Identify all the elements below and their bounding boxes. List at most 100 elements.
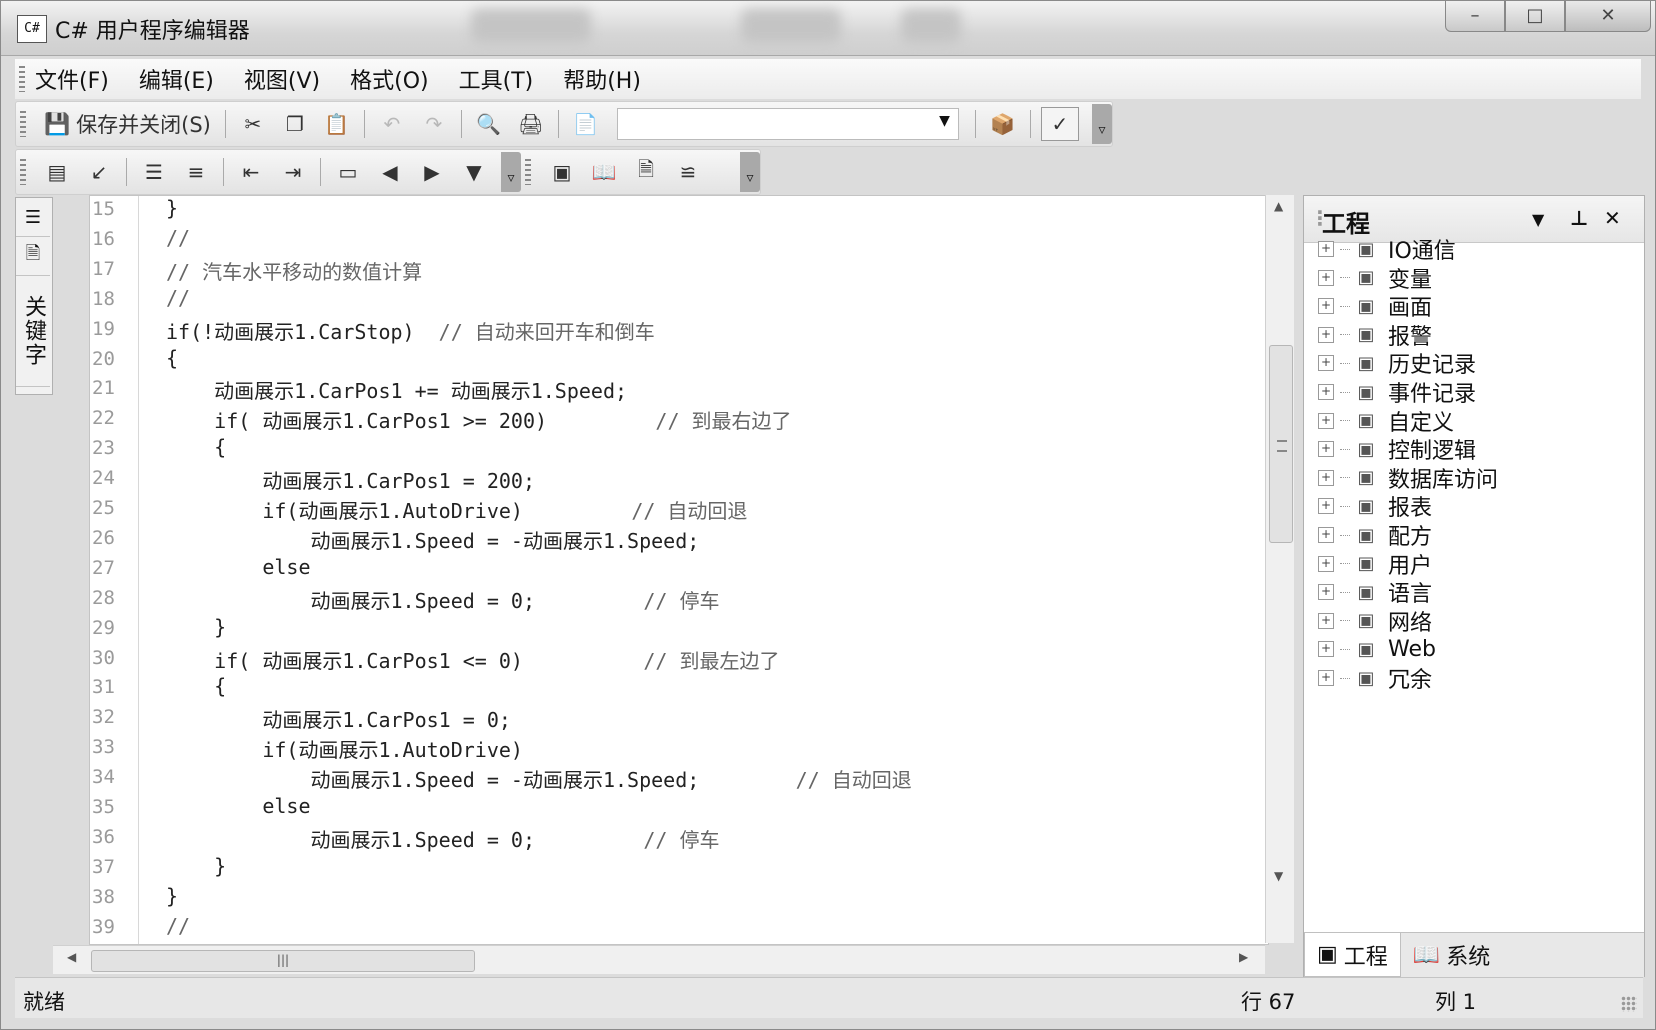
code-line[interactable]: if(动画展示1.AutoDrive) // 自动回退	[166, 495, 747, 524]
side-tab-outline-icon[interactable]: ☰	[16, 198, 50, 237]
book-icon[interactable]: 📖	[587, 156, 621, 188]
tree-item[interactable]: + ▣ 自定义	[1318, 406, 1454, 436]
print-preview-icon[interactable]: 🔍	[472, 108, 506, 140]
horizontal-scrollbar[interactable]: ◀ ||| ▶	[53, 945, 1265, 974]
code-line[interactable]: 动画展示1.Speed = -动画展示1.Speed;	[166, 525, 699, 554]
close-window-button[interactable]: ✕	[1565, 1, 1651, 32]
tree-item[interactable]: + ▣ 变量	[1318, 263, 1432, 293]
expand-icon[interactable]: +	[1318, 498, 1334, 515]
bookmark-icon[interactable]: ▭	[331, 156, 365, 188]
code-line[interactable]: 动画展示1.Speed = 0; // 停车	[166, 585, 719, 614]
tree-item[interactable]: + ▣ 报表	[1318, 491, 1432, 521]
tree-item[interactable]: + ▣ IO通信	[1318, 234, 1456, 264]
code-line[interactable]: 动画展示1.CarPos1 += 动画展示1.Speed;	[166, 375, 627, 404]
toolbar-overflow-button[interactable]: ▿	[501, 152, 521, 192]
tree-item[interactable]: + ▣ 用户	[1318, 549, 1432, 579]
compile-check-icon[interactable]: ✓	[1040, 107, 1079, 141]
tree-item[interactable]: + ▣ 控制逻辑	[1318, 434, 1476, 464]
toolbar-grip[interactable]	[20, 111, 26, 137]
code-line[interactable]: if( 动画展示1.CarPos1 <= 0) // 到最左边了	[166, 645, 779, 674]
code-line[interactable]: if(动画展示1.AutoDrive)	[166, 734, 523, 763]
expand-icon[interactable]: +	[1318, 527, 1334, 543]
expand-icon[interactable]: +	[1318, 384, 1334, 400]
redo-icon[interactable]: ↷	[417, 108, 451, 140]
expand-icon[interactable]: +	[1318, 469, 1334, 486]
expand-icon[interactable]: +	[1318, 355, 1334, 372]
toolbar-grip[interactable]	[525, 159, 531, 185]
minimize-button[interactable]: –	[1445, 1, 1505, 32]
code-line[interactable]: else	[166, 555, 310, 579]
code-editor[interactable]: 15 16 17 18 19 20 21 22 23 24 25 26 27 28 29 30 31 32 33 34…	[89, 195, 1269, 945]
find-in-file-icon[interactable]: 📄	[569, 108, 603, 140]
undo-icon[interactable]: ↶	[375, 108, 409, 140]
code-line[interactable]: 动画展示1.Speed = 0; // 停车	[166, 824, 719, 853]
code-line[interactable]: }	[166, 615, 226, 639]
tab-project[interactable]: ▣ 工程	[1304, 933, 1401, 977]
code-line[interactable]: //	[166, 914, 190, 938]
next-bookmark-icon[interactable]: ▶	[415, 156, 449, 188]
go-to-icon[interactable]: ↙	[82, 156, 116, 188]
resize-grip[interactable]	[1621, 996, 1637, 1012]
clear-bookmarks-icon[interactable]: ▼	[457, 156, 491, 188]
expand-icon[interactable]: +	[1318, 441, 1334, 458]
tree-item[interactable]: + ▣ 冗余	[1318, 663, 1432, 693]
horizontal-scroll-thumb[interactable]: |||	[91, 950, 475, 972]
expand-icon[interactable]: +	[1318, 412, 1334, 429]
expand-icon[interactable]: +	[1318, 584, 1334, 601]
maximize-button[interactable]: □	[1505, 1, 1565, 32]
side-tab-document-icon[interactable]: 🗎	[16, 237, 50, 276]
print-icon[interactable]: 🖨	[514, 108, 548, 140]
code-line[interactable]: 动画展示1.Speed = -动画展示1.Speed; // 自动回退	[166, 764, 911, 793]
panel-menu-icon[interactable]: ▼	[1532, 210, 1544, 229]
insert-object-icon[interactable]: 📦	[986, 108, 1020, 140]
align-icon[interactable]: ≌	[671, 156, 705, 188]
tree-item[interactable]: + ▣ 配方	[1318, 520, 1432, 550]
tree-item[interactable]: + ▣ 数据库访问	[1318, 463, 1498, 493]
tab-system[interactable]: 📖 系统	[1401, 933, 1502, 977]
menu-file[interactable]: 文件(F)	[35, 63, 109, 95]
expand-icon[interactable]: +	[1318, 555, 1334, 572]
bullet-list-icon[interactable]: ☰	[137, 156, 171, 188]
code-line[interactable]: 动画展示1.CarPos1 = 200;	[166, 465, 535, 494]
paste-icon[interactable]: 📋	[320, 108, 354, 140]
code-line[interactable]: if( 动画展示1.CarPos1 >= 200) // 到最右边了	[166, 405, 791, 434]
toolbar-overflow-button[interactable]: ▿	[740, 152, 760, 192]
expand-icon[interactable]: +	[1318, 298, 1334, 315]
numbered-list-icon[interactable]: ≡	[179, 156, 213, 188]
side-tab-keywords[interactable]: 关键字	[16, 276, 50, 387]
code-line[interactable]: }	[166, 884, 178, 908]
vertical-scroll-thumb[interactable]	[1269, 345, 1293, 543]
chevron-down-icon[interactable]: ▼	[939, 113, 950, 129]
menu-format[interactable]: 格式(O)	[350, 63, 428, 95]
tree-item[interactable]: + ▣ 网络	[1318, 606, 1432, 636]
expand-icon[interactable]: +	[1318, 641, 1334, 658]
close-panel-icon[interactable]: ✕	[1604, 206, 1621, 230]
menu-grip[interactable]	[19, 66, 25, 92]
tree-item[interactable]: + ▣ 事件记录	[1318, 377, 1476, 407]
select-all-icon[interactable]: ▤	[40, 156, 74, 188]
tree-item[interactable]: + ▣ Web	[1318, 634, 1436, 664]
code-line[interactable]: {	[166, 346, 178, 370]
code-line[interactable]: //	[166, 286, 190, 310]
code-line[interactable]: if(!动画展示1.CarStop) // 自动来回开车和倒车	[166, 316, 655, 345]
cut-icon[interactable]: ✂	[236, 108, 270, 140]
tree-item[interactable]: + ▣ 历史记录	[1318, 348, 1476, 378]
previous-bookmark-icon[interactable]: ◀	[373, 156, 407, 188]
scroll-left-icon[interactable]: ◀	[67, 950, 76, 964]
search-combo[interactable]: ▼	[616, 108, 959, 140]
code-line[interactable]: //	[166, 226, 190, 250]
copy-icon[interactable]: ❐	[278, 108, 312, 140]
menu-edit[interactable]: 编辑(E)	[139, 63, 214, 95]
save-close-button[interactable]: 💾 保存并关闭(S)	[40, 108, 215, 140]
code-line[interactable]: else	[166, 794, 310, 818]
scroll-up-icon[interactable]: ▲	[1274, 199, 1283, 213]
tree-item[interactable]: + ▣ 报警	[1318, 320, 1432, 350]
code-line[interactable]: {	[166, 435, 226, 459]
increase-indent-icon[interactable]: ⇥	[276, 156, 310, 188]
tree-item[interactable]: + ▣ 语言	[1318, 577, 1432, 607]
scroll-down-icon[interactable]: ▼	[1274, 869, 1283, 883]
code-line[interactable]: }	[166, 854, 226, 878]
menu-help[interactable]: 帮助(H)	[563, 63, 641, 95]
tree-item[interactable]: + ▣ 画面	[1318, 291, 1432, 321]
decrease-indent-icon[interactable]: ⇤	[234, 156, 268, 188]
